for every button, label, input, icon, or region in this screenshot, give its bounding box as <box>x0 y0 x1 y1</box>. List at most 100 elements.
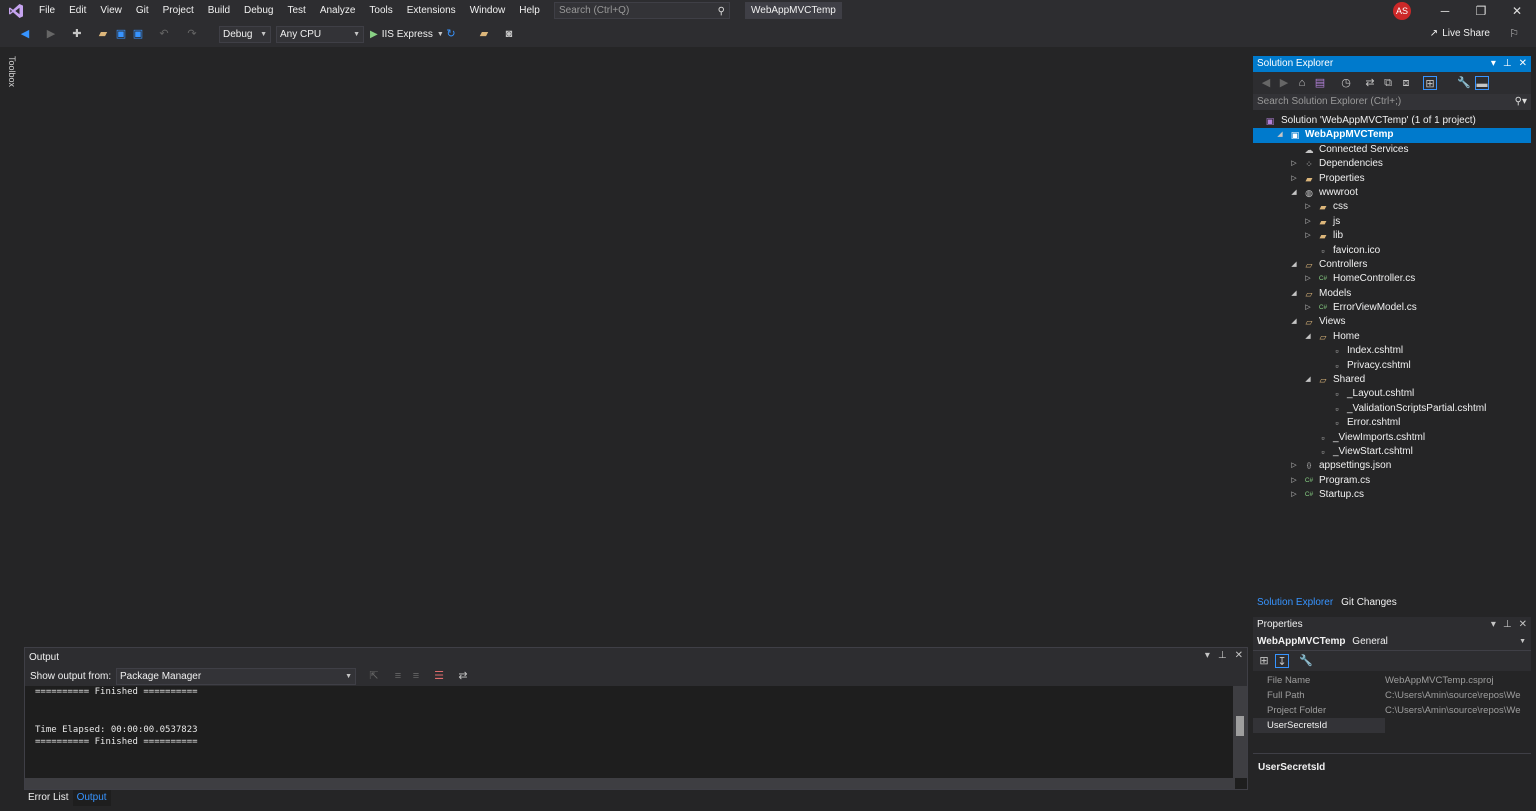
switch-views-icon[interactable]: ▤ <box>1313 76 1327 90</box>
collapse-icon[interactable]: ◢ <box>1289 186 1299 200</box>
expand-icon[interactable]: ▷ <box>1303 301 1313 315</box>
output-source-dropdown[interactable]: Package Manager ▼ <box>116 668 356 685</box>
previous-message-icon[interactable]: ≡ <box>391 669 405 683</box>
collapse-icon[interactable]: ◢ <box>1289 258 1299 272</box>
live-share-button[interactable]: ↗ Live Share <box>1430 28 1490 39</box>
collapse-icon[interactable]: ◢ <box>1289 315 1299 329</box>
refresh-icon[interactable]: ↻ <box>444 27 458 41</box>
menu-tools[interactable]: Tools <box>362 0 399 22</box>
properties-icon[interactable]: 🔧 <box>1457 76 1471 90</box>
property-row[interactable]: File Name WebAppMVCTemp.csproj <box>1253 673 1531 688</box>
screenshot-icon[interactable]: ◙ <box>502 27 516 41</box>
menu-help[interactable]: Help <box>512 0 547 22</box>
property-value[interactable] <box>1385 718 1531 733</box>
menu-build[interactable]: Build <box>201 0 237 22</box>
pending-changes-filter-icon[interactable]: ◷ <box>1339 76 1353 90</box>
close-icon[interactable]: ✕ <box>1519 617 1527 633</box>
preview-selected-icon[interactable]: ⊞ <box>1423 76 1437 90</box>
tree-item[interactable]: ▫ _Layout.cshtml <box>1253 387 1531 401</box>
open-folder-icon[interactable]: ▰ <box>96 27 110 41</box>
configuration-dropdown[interactable]: Debug ▼ <box>219 26 271 43</box>
scrollbar-thumb[interactable] <box>1236 716 1244 736</box>
horizontal-scrollbar[interactable] <box>25 778 1235 789</box>
save-icon[interactable]: ▣ <box>114 27 128 41</box>
tree-item[interactable]: ▷ ▰ css <box>1253 200 1531 214</box>
expand-icon[interactable]: ▷ <box>1289 488 1299 502</box>
toolbox-tab[interactable]: Toolbox <box>2 52 20 92</box>
tree-item[interactable]: ▫ _ValidationScriptsPartial.cshtml <box>1253 402 1531 416</box>
clear-all-icon[interactable]: ☰ <box>432 669 446 683</box>
run-button[interactable]: ▶ IIS Express ▼ <box>370 27 444 42</box>
word-wrap-icon[interactable]: ⇄ <box>456 669 470 683</box>
collapse-icon[interactable]: ◢ <box>1275 128 1285 142</box>
menu-edit[interactable]: Edit <box>62 0 93 22</box>
tab-output[interactable]: Output <box>72 790 111 806</box>
tree-item[interactable]: ◢ ▱ Views <box>1253 315 1531 329</box>
tab-solution-explorer[interactable]: Solution Explorer <box>1253 595 1338 611</box>
forward-icon[interactable]: ▶ <box>1277 76 1291 90</box>
output-text[interactable]: ========== Finished ========== Time Elaps… <box>35 686 198 749</box>
expand-icon[interactable]: ▷ <box>1303 272 1313 286</box>
forward-icon[interactable]: ▶ <box>44 27 58 41</box>
window-position-icon[interactable]: ▾ <box>1491 56 1496 72</box>
menu-test[interactable]: Test <box>280 0 312 22</box>
tree-item[interactable]: ▷ C# Program.cs <box>1253 474 1531 488</box>
alphabetical-icon[interactable]: ↧ <box>1275 654 1289 668</box>
expand-icon[interactable]: ▷ <box>1289 474 1299 488</box>
expand-icon[interactable]: ▷ <box>1289 459 1299 473</box>
tree-item[interactable]: ◢ ▱ Shared <box>1253 373 1531 387</box>
property-pages-icon[interactable]: 🔧 <box>1299 654 1313 668</box>
visual-studio-logo-icon[interactable] <box>0 0 32 22</box>
close-icon[interactable]: ✕ <box>1519 56 1527 72</box>
restore-icon[interactable]: ❐ <box>1463 0 1499 22</box>
next-message-icon[interactable]: ≡ <box>409 669 423 683</box>
tree-item[interactable]: ▫ _ViewStart.cshtml <box>1253 445 1531 459</box>
expand-icon[interactable]: ▷ <box>1289 157 1299 171</box>
tree-item[interactable]: ▷ {} appsettings.json <box>1253 459 1531 473</box>
categorized-icon[interactable]: ⊞ <box>1257 654 1271 668</box>
property-value[interactable]: C:\Users\Amin\source\repos\We <box>1385 703 1531 718</box>
expand-icon[interactable]: ▷ <box>1303 200 1313 214</box>
property-row[interactable]: Full Path C:\Users\Amin\source\repos\We <box>1253 688 1531 703</box>
tree-item[interactable]: ▫ Index.cshtml <box>1253 344 1531 358</box>
new-project-icon[interactable]: ✚ <box>70 27 84 41</box>
tab-error-list[interactable]: Error List <box>24 790 73 806</box>
tree-item[interactable]: ▷ ▰ lib <box>1253 229 1531 243</box>
home-icon[interactable]: ⌂ <box>1295 76 1309 90</box>
expand-icon[interactable]: ▷ <box>1303 229 1313 243</box>
tab-git-changes[interactable]: Git Changes <box>1337 595 1401 611</box>
tree-item[interactable]: ◢ ▱ Models <box>1253 287 1531 301</box>
menu-view[interactable]: View <box>93 0 129 22</box>
tree-item[interactable]: ▷ ⁘ Dependencies <box>1253 157 1531 171</box>
tree-item[interactable]: ▷ C# Startup.cs <box>1253 488 1531 502</box>
find-message-icon[interactable]: ⇱ <box>367 669 381 683</box>
window-position-icon[interactable]: ▾ <box>1205 650 1210 661</box>
property-row[interactable]: Project Folder C:\Users\Amin\source\repos… <box>1253 703 1531 718</box>
minimize-icon[interactable]: ─ <box>1427 0 1463 22</box>
tree-item[interactable]: ▷ ▰ Properties <box>1253 172 1531 186</box>
tree-item[interactable]: ◢ ▱ Home <box>1253 330 1531 344</box>
avatar[interactable]: AS <box>1393 2 1411 20</box>
property-value[interactable]: WebAppMVCTemp.csproj <box>1385 673 1531 688</box>
tree-item[interactable]: ▫ favicon.ico <box>1253 244 1531 258</box>
collapse-icon[interactable]: ◢ <box>1289 287 1299 301</box>
back-icon[interactable]: ◀ <box>18 27 32 41</box>
dock-icon[interactable]: ▬ <box>1475 76 1489 90</box>
menu-extensions[interactable]: Extensions <box>400 0 463 22</box>
window-position-icon[interactable]: ▾ <box>1491 617 1496 633</box>
menu-project[interactable]: Project <box>156 0 201 22</box>
tree-item[interactable]: ▫ _ViewImports.cshtml <box>1253 431 1531 445</box>
properties-object-selector[interactable]: WebAppMVCTemp General ▼ <box>1253 633 1531 651</box>
solution-search-input[interactable]: Search Solution Explorer (Ctrl+;) ⚲▾ <box>1253 94 1531 110</box>
save-all-icon[interactable]: ▣ <box>131 27 145 41</box>
tree-item[interactable]: ▷ ▰ js <box>1253 215 1531 229</box>
tree-item[interactable]: ☁ Connected Services <box>1253 143 1531 157</box>
search-input[interactable]: Search (Ctrl+Q) ⚲ <box>554 2 730 19</box>
browse-folder-icon[interactable]: ▰ <box>477 27 491 41</box>
tree-item[interactable]: ▷ C# ErrorViewModel.cs <box>1253 301 1531 315</box>
expand-icon[interactable]: ▷ <box>1289 172 1299 186</box>
back-icon[interactable]: ◀ <box>1259 76 1273 90</box>
close-icon[interactable]: ✕ <box>1499 0 1535 22</box>
collapse-icon[interactable]: ◢ <box>1303 373 1313 387</box>
close-icon[interactable]: ✕ <box>1235 650 1243 661</box>
